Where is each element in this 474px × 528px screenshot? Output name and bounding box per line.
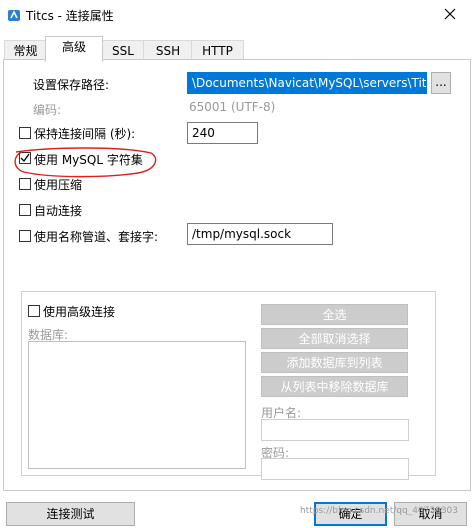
remove-from-list-button[interactable]: 从列表中移除数据库 (261, 376, 408, 397)
username-input[interactable] (261, 419, 409, 441)
test-connection-button[interactable]: 连接测试 (6, 502, 135, 526)
app-icon (8, 10, 20, 21)
add-to-list-button[interactable]: 添加数据库到列表 (261, 352, 408, 373)
title-bar: Titcs - 连接属性 (0, 0, 474, 30)
browse-button[interactable]: ... (431, 72, 451, 94)
tab-ssl[interactable]: SSL (101, 40, 145, 61)
save-path-input[interactable]: \Documents\Navicat\MySQL\servers\Titcs (187, 72, 427, 94)
auto-connect-checkbox[interactable] (19, 204, 31, 216)
tab-http[interactable]: HTTP (191, 40, 244, 61)
tab-strip: 常规 高级 SSL SSH HTTP (0, 36, 474, 62)
tab-advanced[interactable]: 高级 (45, 36, 103, 62)
encoding-label: 编码: (33, 103, 62, 117)
auto-connect-label: 自动连接 (34, 204, 83, 218)
advanced-connection-label: 使用高级连接 (43, 305, 116, 319)
databases-listbox[interactable] (28, 341, 246, 469)
named-pipe-input[interactable]: /tmp/mysql.sock (187, 223, 333, 245)
keepalive-checkbox[interactable] (19, 127, 31, 139)
annotation-ellipse (14, 147, 157, 178)
tab-ssh[interactable]: SSH (143, 40, 193, 61)
password-input[interactable] (261, 458, 409, 480)
watermark: https://blog.csdn.net/qq_40739303 (300, 506, 459, 516)
named-pipe-label: 使用名称管道、套接字: (34, 230, 159, 244)
keepalive-label: 保持连接间隔 (秒): (34, 127, 136, 141)
deselect-all-button[interactable]: 全部取消选择 (261, 328, 408, 349)
select-all-button[interactable]: 全选 (261, 304, 408, 325)
encoding-select[interactable]: 65001 (UTF-8) (187, 97, 427, 117)
keepalive-input[interactable]: 240 (187, 122, 258, 144)
named-pipe-checkbox[interactable] (19, 230, 31, 242)
advanced-connection-checkbox[interactable] (28, 305, 40, 317)
compression-label: 使用压缩 (34, 178, 83, 192)
compression-checkbox[interactable] (19, 178, 31, 190)
close-icon[interactable] (440, 4, 460, 24)
tab-general[interactable]: 常规 (4, 40, 47, 61)
save-path-label: 设置保存路径: (33, 78, 110, 92)
window-title: Titcs - 连接属性 (26, 9, 114, 23)
